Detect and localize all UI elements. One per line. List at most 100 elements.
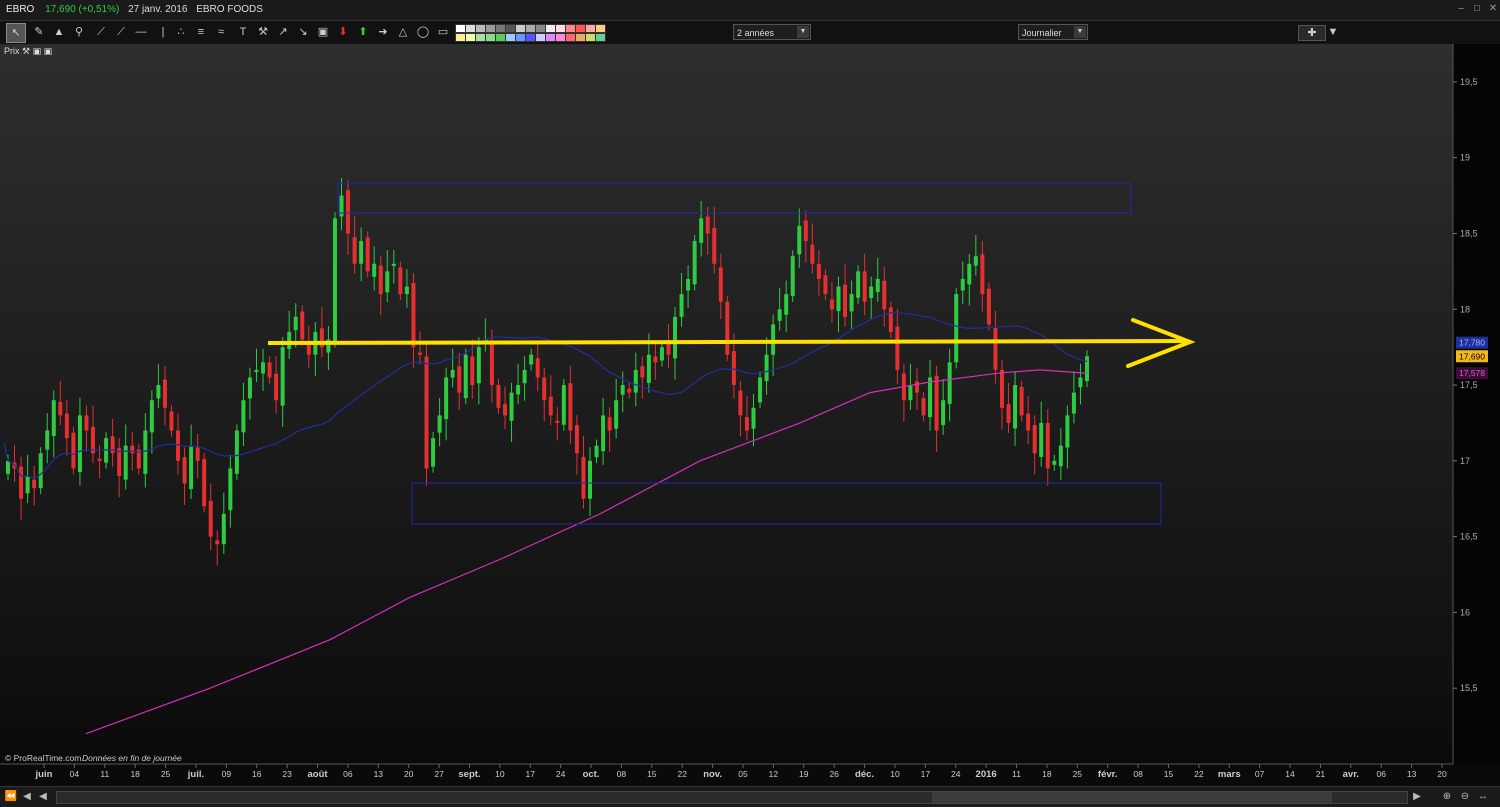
fit-icon[interactable]: ↔: [1476, 790, 1490, 803]
candle-body: [692, 241, 697, 285]
candle-body: [843, 284, 848, 317]
x-tick-label: 27: [434, 769, 444, 779]
candle-body: [378, 265, 383, 295]
candle-body: [202, 459, 207, 507]
y-tick-label: 17,5: [1460, 380, 1478, 390]
y-tick-label: 15,5: [1460, 683, 1478, 693]
x-tick-label: 25: [1073, 769, 1083, 779]
x-tick-label: 13: [374, 769, 384, 779]
candle-body: [561, 385, 566, 425]
x-tick-label: 04: [70, 769, 80, 779]
candle-body: [411, 282, 416, 348]
candle-body: [856, 271, 861, 298]
candle-body: [862, 271, 867, 302]
candle-body: [1058, 445, 1063, 467]
candle-body: [398, 267, 403, 295]
x-tick-label: 15: [1164, 769, 1174, 779]
candle-body: [620, 385, 625, 395]
scroll-track[interactable]: [56, 791, 1408, 804]
scroll-right-icon[interactable]: ▶: [1410, 790, 1424, 803]
candle-body: [25, 476, 30, 494]
candle-body: [869, 286, 874, 299]
candle-body: [679, 294, 684, 317]
y-tick-label: 16: [1460, 607, 1470, 617]
x-tick-label: 26: [829, 769, 839, 779]
candle-body: [764, 354, 769, 382]
candle-body: [267, 362, 272, 378]
y-tick-label: 19,5: [1460, 77, 1478, 87]
resistance-zone-box: [337, 182, 1132, 214]
candle-body: [182, 457, 187, 484]
x-tick-label: 20: [1437, 769, 1447, 779]
candle-body: [751, 407, 756, 429]
x-tick-label: 18: [1042, 769, 1052, 779]
candle-body: [973, 256, 978, 266]
candle-body: [718, 267, 723, 302]
candle-body: [45, 430, 50, 450]
scroll-left-icon[interactable]: ◀: [36, 790, 50, 803]
candle-body: [352, 237, 357, 264]
candle-body: [293, 316, 298, 331]
candle-body: [522, 369, 527, 384]
candle-body: [149, 400, 154, 433]
candle-body: [444, 377, 449, 420]
candle-body: [457, 366, 462, 393]
x-tick-label: oct.: [583, 769, 600, 780]
candle-body: [300, 311, 305, 340]
candle-body: [64, 413, 69, 439]
candle-body: [895, 326, 900, 370]
x-tick-label: avr.: [1343, 769, 1359, 780]
candle-body: [849, 294, 854, 312]
zoom-in-icon[interactable]: ⊕: [1440, 790, 1454, 803]
x-tick-label: déc.: [855, 769, 874, 780]
candle-body: [574, 425, 579, 454]
last-price-tag-text: 17,690: [1459, 351, 1485, 361]
candle-body: [71, 432, 76, 469]
candle-body: [516, 385, 521, 395]
y-tick-label: 19: [1460, 153, 1470, 163]
x-tick-label: sept.: [458, 769, 480, 780]
scroll-thumb[interactable]: [932, 792, 1332, 803]
candle-body: [32, 479, 37, 489]
candle-body: [1078, 377, 1083, 388]
candle-body: [581, 456, 586, 499]
x-tick-label: 17: [921, 769, 931, 779]
zoom-out-icon[interactable]: ⊖: [1458, 790, 1472, 803]
candle-body: [346, 190, 351, 234]
candle-body: [633, 369, 638, 393]
x-tick-label: 23: [282, 769, 292, 779]
x-tick-label: août: [307, 769, 328, 780]
candle-body: [744, 417, 749, 431]
candle-body: [614, 400, 619, 429]
x-tick-label: 12: [769, 769, 779, 779]
candle-body: [19, 466, 24, 499]
candle-body: [960, 278, 965, 291]
candle-body: [359, 241, 364, 264]
y-tick-label: 17: [1460, 456, 1470, 466]
footer-brand: © ProRealTime.com: [5, 753, 81, 763]
scroll-start-icon[interactable]: ⏪: [4, 790, 18, 803]
candle-body: [542, 377, 547, 401]
candle-body: [496, 385, 501, 408]
x-tick-label: nov.: [703, 769, 722, 780]
candle-body: [1032, 425, 1037, 454]
candle-body: [437, 415, 442, 433]
candle-body: [823, 275, 828, 295]
candle-body: [686, 278, 691, 291]
candle-body: [261, 362, 266, 374]
candle-body: [646, 354, 651, 383]
candle-body: [332, 218, 337, 342]
candle-body: [986, 288, 991, 325]
candle-body: [627, 388, 632, 393]
candle-body: [980, 254, 985, 295]
candle-body: [601, 415, 606, 452]
x-tick-label: 24: [951, 769, 961, 779]
x-tick-label: 11: [100, 769, 109, 779]
x-tick-label: 09: [222, 769, 232, 779]
time-scrollbar[interactable]: ⏪ ◀ ◀ ▶ ⊕ ⊖ ↔: [0, 786, 1500, 807]
x-tick-label: 19: [799, 769, 809, 779]
x-tick-label: mars: [1218, 769, 1241, 780]
x-tick-label: 05: [738, 769, 748, 779]
scroll-left-fast-icon[interactable]: ◀: [20, 790, 34, 803]
candle-body: [143, 430, 148, 474]
